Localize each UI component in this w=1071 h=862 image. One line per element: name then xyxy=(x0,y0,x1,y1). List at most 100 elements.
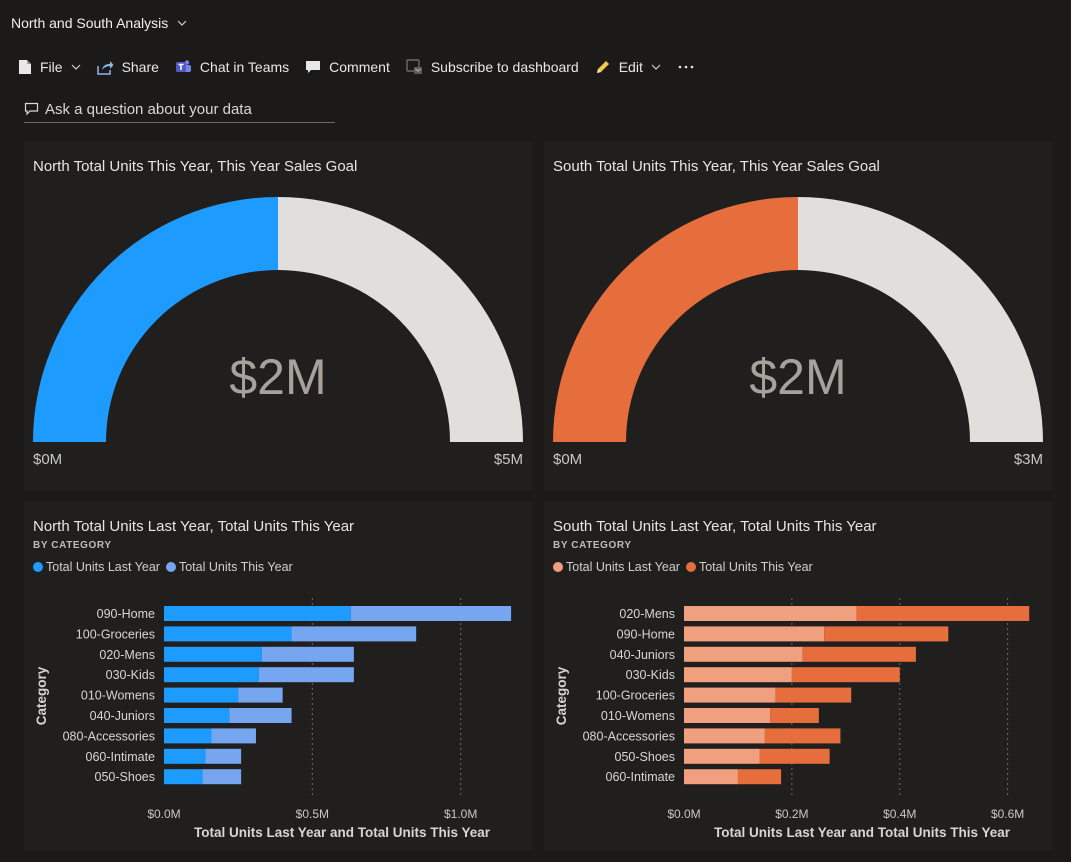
gauge-value: $2M xyxy=(229,349,326,405)
north-bar-chart: $0.0M $0.5M $1.0M 090-Home 100-Groceries 020-… xyxy=(34,598,512,840)
gauge-max: $5M xyxy=(494,451,523,468)
qa-input[interactable]: Ask a question about your data xyxy=(24,96,335,123)
category-label: 080-Accessories xyxy=(583,729,675,743)
x-tick-label: $1.0M xyxy=(444,807,477,821)
north-gauge-tile[interactable]: North Total Units This Year, This Year S… xyxy=(24,142,532,490)
category-label: 100-Groceries xyxy=(76,627,155,641)
share-label: Share xyxy=(121,59,159,75)
category-label: 030-Kids xyxy=(106,668,155,682)
category-label: 060-Intimate xyxy=(606,770,676,784)
chevron-down-icon xyxy=(651,64,661,70)
south-gauge: $2M $0M $3M xyxy=(553,197,1043,468)
north-gauge: $2M $0M $5M xyxy=(33,197,523,468)
edit-label: Edit xyxy=(618,59,643,75)
bar-segment[interactable] xyxy=(775,687,852,703)
bar-segment[interactable] xyxy=(164,606,351,621)
chat-label: Chat in Teams xyxy=(199,59,290,75)
south-gauge-tile[interactable]: South Total Units This Year, This Year S… xyxy=(544,142,1052,490)
teams-icon xyxy=(175,60,191,72)
gauge-min: $0M xyxy=(33,451,62,468)
bar-segment[interactable] xyxy=(684,606,857,621)
bar-segment[interactable] xyxy=(684,667,792,683)
file-menu-button[interactable]: File xyxy=(18,59,81,75)
chevron-down-icon[interactable] xyxy=(176,17,188,29)
more-options-button[interactable] xyxy=(677,64,703,70)
report-title-bar[interactable]: North and South Analysis xyxy=(0,0,1071,46)
bar-segment[interactable] xyxy=(759,748,830,764)
bar-segment[interactable] xyxy=(684,748,760,764)
category-label: 010-Womens xyxy=(81,689,155,703)
south-bar-chart-tile[interactable]: South Total Units Last Year, Total Units… xyxy=(544,502,1052,850)
bar-segment[interactable] xyxy=(164,748,206,764)
share-icon xyxy=(96,60,114,75)
comment-icon xyxy=(306,60,321,73)
edit-menu-button[interactable]: Edit xyxy=(595,59,661,75)
category-label: 050-Shoes xyxy=(95,770,155,784)
chat-bubble-icon xyxy=(24,102,39,116)
x-tick-label: $0.4M xyxy=(883,807,916,821)
category-label: 090-Home xyxy=(617,627,675,641)
gauge-value: $2M xyxy=(749,349,846,405)
report-title[interactable]: North and South Analysis xyxy=(11,15,168,31)
south-bar-chart: $0.0M $0.2M $0.4M $0.6M 020-Mens 090-Home 040-… xyxy=(554,598,1030,840)
bar-segment[interactable] xyxy=(164,646,262,662)
gauge-max: $3M xyxy=(1014,451,1043,468)
x-tick-label: $0.0M xyxy=(667,807,700,821)
bar-segment[interactable] xyxy=(684,626,825,642)
bar-segment[interactable] xyxy=(164,769,203,785)
chat-in-teams-button[interactable]: Chat in Teams xyxy=(175,59,289,75)
bar-segment[interactable] xyxy=(164,667,259,683)
subscribe-icon xyxy=(406,59,422,74)
comment-button[interactable]: Comment xyxy=(305,59,390,75)
gauge-remaining-arc xyxy=(278,197,523,442)
category-label: 060-Intimate xyxy=(86,750,156,764)
bar-segment[interactable] xyxy=(824,626,949,642)
bar-segment[interactable] xyxy=(211,728,256,744)
bar-segment[interactable] xyxy=(764,728,841,744)
x-tick-label: $0.0M xyxy=(147,807,180,821)
bar-segment[interactable] xyxy=(770,708,819,723)
bar-segment[interactable] xyxy=(238,687,283,703)
toolbar: File Share Chat in Teams Comment Subscri… xyxy=(0,50,1071,84)
file-label: File xyxy=(40,59,63,75)
comment-label: Comment xyxy=(329,59,390,75)
gauge-value-arc xyxy=(553,197,798,442)
bar-segment[interactable] xyxy=(737,769,782,785)
x-tick-label: $0.6M xyxy=(991,807,1024,821)
category-label: 050-Shoes xyxy=(615,750,675,764)
category-label: 090-Home xyxy=(97,607,155,621)
north-bar-chart-tile[interactable]: North Total Units Last Year, Total Units… xyxy=(24,502,532,850)
gauge-remaining-arc xyxy=(798,197,1043,442)
y-axis-label: Category xyxy=(554,666,569,725)
category-label: 040-Juniors xyxy=(90,709,155,723)
bar-segment[interactable] xyxy=(229,708,292,723)
bar-segment[interactable] xyxy=(684,769,738,785)
bar-segment[interactable] xyxy=(205,748,242,764)
gauge-value-arc xyxy=(33,197,278,442)
bar-segment[interactable] xyxy=(684,708,771,723)
bar-segment[interactable] xyxy=(202,769,242,785)
category-label: 010-Womens xyxy=(601,709,675,723)
x-axis-label: Total Units Last Year and Total Units Th… xyxy=(194,825,491,840)
bar-segment[interactable] xyxy=(164,728,212,744)
share-button[interactable]: Share xyxy=(96,59,159,75)
bar-segment[interactable] xyxy=(856,606,1030,621)
bar-segment[interactable] xyxy=(350,606,512,621)
bar-segment[interactable] xyxy=(684,687,776,703)
subscribe-button[interactable]: Subscribe to dashboard xyxy=(406,59,579,75)
bar-segment[interactable] xyxy=(684,646,803,662)
x-tick-label: $0.5M xyxy=(296,807,329,821)
bar-segment[interactable] xyxy=(164,708,230,723)
bar-segment[interactable] xyxy=(802,646,916,662)
bar-segment[interactable] xyxy=(291,626,417,642)
bar-segment[interactable] xyxy=(164,626,292,642)
bar-segment[interactable] xyxy=(791,667,900,683)
bar-segment[interactable] xyxy=(164,687,239,703)
bar-segment[interactable] xyxy=(261,646,354,662)
file-icon xyxy=(19,60,31,74)
bar-segment[interactable] xyxy=(258,667,354,683)
bar-segment[interactable] xyxy=(684,728,765,744)
pencil-icon xyxy=(596,61,609,73)
x-tick-label: $0.2M xyxy=(775,807,808,821)
qa-placeholder: Ask a question about your data xyxy=(45,100,252,118)
